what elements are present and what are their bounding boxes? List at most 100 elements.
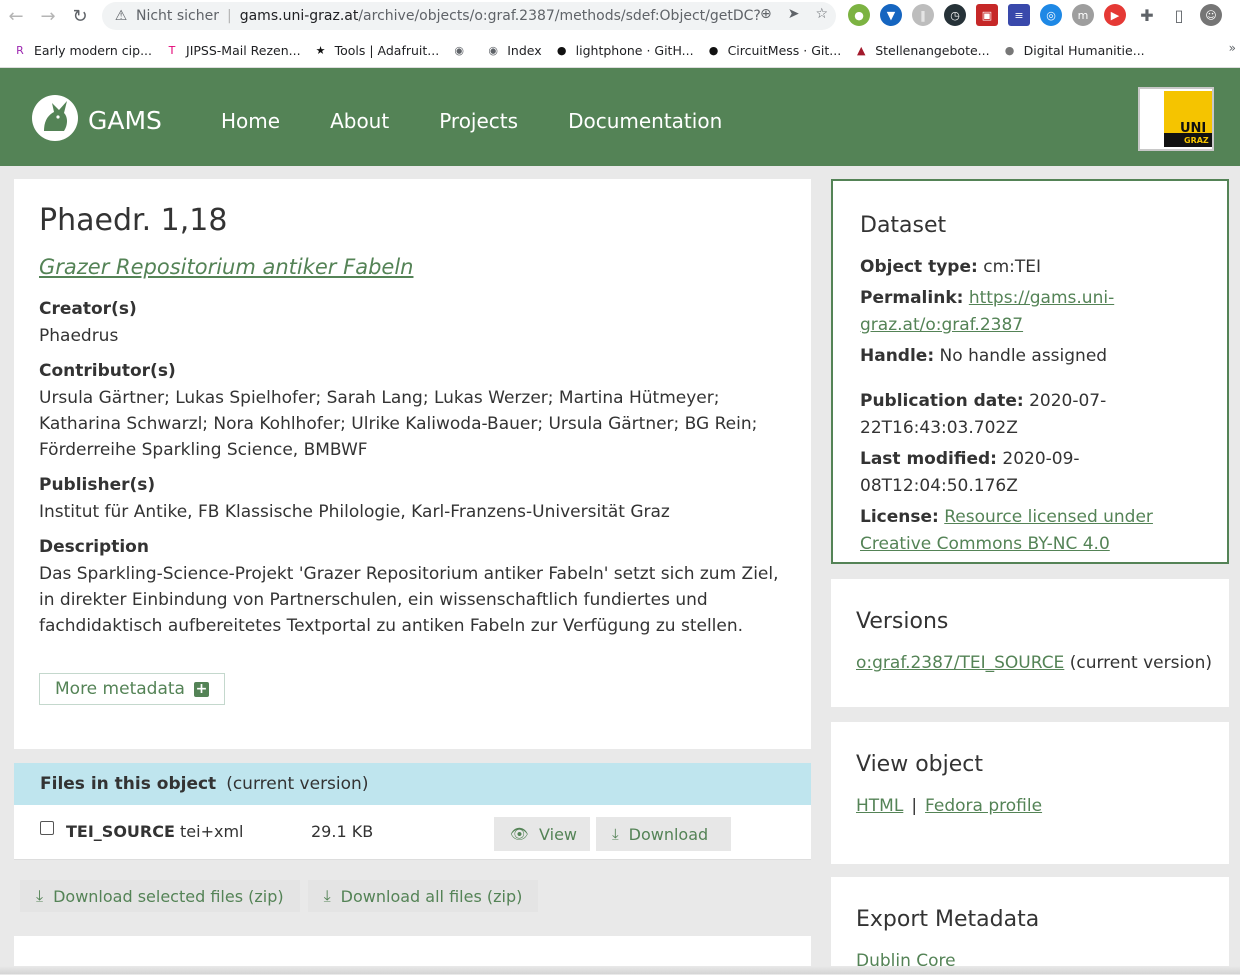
bookmark-item[interactable]: ▲ Stellenangebote... [853, 42, 990, 58]
files-heading-note: (current version) [226, 774, 369, 794]
object-type-value: cm:TEI [983, 257, 1041, 277]
page-title: Phaedr. 1,18 [39, 203, 228, 238]
view-object-panel: View object HTML | Fedora profile [831, 722, 1229, 864]
export-title: Export Metadata [856, 907, 1040, 932]
extension-icon[interactable]: ≡ [1008, 4, 1030, 26]
extension-icon[interactable]: ▣ [976, 4, 998, 26]
permalink-row: Permalink: https://gams.uni-graz.at/o:gr… [860, 285, 1200, 339]
sidebar-icon[interactable]: ▯ [1168, 4, 1190, 26]
address-bar[interactable]: ⚠ Nicht sicher | gams.uni-graz.at/archiv… [102, 2, 836, 30]
extension-icon[interactable]: ▼ [880, 4, 902, 26]
page-bottom-edge [0, 966, 1240, 974]
plus-icon: + [193, 681, 209, 697]
description-block: Description Das Sparkling-Science-Projek… [39, 537, 786, 639]
bookmark-item[interactable]: ◉ Index [485, 42, 541, 58]
nav-documentation[interactable]: Documentation [568, 109, 722, 133]
view-links: HTML | Fedora profile [856, 793, 1229, 820]
extension-icon[interactable]: ▶ [1104, 4, 1126, 26]
publisher-label: Publisher(s) [39, 475, 156, 495]
dataset-panel: Dataset Object type: cm:TEI Permalink: h… [831, 179, 1229, 564]
more-metadata-label: More metadata [55, 679, 185, 699]
nav-projects[interactable]: Projects [439, 109, 518, 133]
bookmark-icon: R [16, 43, 24, 57]
nav-home[interactable]: Home [221, 109, 280, 133]
extension-icon[interactable]: m [1072, 4, 1094, 26]
files-panel: Files in this object (current version) T… [14, 763, 811, 860]
send-icon[interactable]: ➤ [788, 6, 800, 22]
fedora-profile-link[interactable]: Fedora profile [925, 796, 1042, 816]
contributor-block: Contributor(s) Ursula Gärtner; Lukas Spi… [39, 361, 786, 463]
bookmark-item[interactable]: T JIPSS-Mail Rezen... [164, 42, 301, 58]
download-selected-button[interactable]: ⤓ Download selected files (zip) [20, 880, 300, 912]
collection-link[interactable]: Grazer Repositorium antiker Fabeln [39, 255, 786, 279]
eye-icon: 👁 [510, 825, 530, 843]
gams-logo-icon[interactable] [32, 95, 78, 141]
more-metadata-button[interactable]: More metadata + [39, 673, 225, 705]
bookmark-item[interactable]: ★ Tools | Adafruit... [313, 42, 440, 58]
uni-graz-logo[interactable]: UNI GRAZ [1138, 87, 1214, 151]
bookmark-label: Index [507, 42, 542, 58]
bookmark-icon: ● [1004, 43, 1015, 57]
bookmark-icon: ● [556, 43, 567, 57]
brand-name[interactable]: GAMS [88, 106, 162, 135]
bookmark-item[interactable]: R Early modern cip... [12, 42, 152, 58]
bookmarks-bar: R Early modern cip... T JIPSS-Mail Rezen...… [0, 33, 1240, 68]
zip-download-row: ⤓ Download selected files (zip) ⤓ Downlo… [20, 880, 539, 912]
extension-icon[interactable]: ◎ [1040, 4, 1062, 26]
creator-block: Creator(s) Phaedrus [39, 299, 786, 349]
bookmark-item[interactable]: ● Digital Humanitie... [1002, 42, 1145, 58]
bookmark-label: Stellenangebote... [875, 42, 990, 58]
html-link[interactable]: HTML [856, 796, 903, 816]
extension-icon[interactable]: ‖ [912, 4, 934, 26]
download-icon: ⤓ [612, 825, 619, 843]
puzzle-icon[interactable]: ✚ [1136, 4, 1158, 26]
description-label: Description [39, 537, 149, 557]
version-link[interactable]: o:graf.2387/TEI_SOURCE [856, 653, 1064, 673]
last-modified-label: Last modified: [860, 449, 997, 469]
contributor-label: Contributor(s) [39, 361, 176, 381]
bookmark-item[interactable]: ● CircuitMess · Git... [706, 42, 841, 58]
nav-about[interactable]: About [330, 109, 389, 133]
extension-icon[interactable]: ● [848, 4, 870, 26]
bookmark-icon: ★ [315, 43, 326, 57]
download-button[interactable]: ⤓ Download [596, 817, 731, 851]
star-icon[interactable]: ☆ [815, 6, 828, 22]
files-header: Files in this object (current version) [14, 763, 811, 805]
view-object-title: View object [856, 752, 983, 777]
license-row: License: Resource licensed under Creativ… [860, 504, 1200, 558]
forward-icon[interactable]: → [32, 1, 64, 33]
table-row: TEI_SOURCE tei+xml 29.1 KB 👁 View ⤓ Down… [14, 805, 811, 860]
download-all-button[interactable]: ⤓ Download all files (zip) [307, 880, 539, 912]
bookmarks-overflow-icon[interactable]: » [1229, 41, 1236, 55]
permalink-label: Permalink: [860, 288, 964, 308]
insecure-label: Nicht sicher [136, 8, 219, 24]
handle-label: Handle: [860, 346, 935, 366]
file-size: 29.1 KB [311, 822, 374, 841]
bookmark-icon: ◉ [454, 43, 465, 57]
extension-icon[interactable]: ◷ [944, 4, 966, 26]
download-selected-label: Download selected files (zip) [53, 886, 284, 906]
download-all-label: Download all files (zip) [340, 886, 523, 906]
view-label: View [539, 824, 578, 844]
back-icon[interactable]: ← [0, 1, 32, 33]
version-row: o:graf.2387/TEI_SOURCE (current version) [856, 650, 1229, 677]
file-checkbox[interactable] [40, 821, 54, 835]
bookmark-item[interactable]: ◉ [451, 42, 473, 58]
logo-subtext: GRAZ [1184, 136, 1209, 145]
reload-icon[interactable]: ↻ [64, 1, 96, 33]
contributor-value: Ursula Gärtner; Lukas Spielhofer; Sarah … [39, 388, 758, 460]
warning-icon[interactable]: ⚠ [112, 8, 130, 24]
bookmark-icon: ▲ [856, 43, 866, 57]
main-nav: Home About Projects Documentation [221, 109, 722, 133]
pub-date-row: Publication date: 2020-07-22T16:43:03.70… [860, 388, 1200, 442]
bookmark-item[interactable]: ● lightphone · GitH... [554, 42, 694, 58]
creator-label: Creator(s) [39, 299, 137, 319]
extension-bar: ● ▼ ‖ ◷ ▣ ≡ ◎ m ▶ ✚ ▯ ☺ [848, 4, 1222, 26]
bookmark-label: JIPSS-Mail Rezen... [186, 42, 301, 58]
view-button[interactable]: 👁 View [494, 817, 590, 851]
zoom-icon[interactable]: ⊕ [760, 6, 772, 22]
versions-title: Versions [856, 609, 949, 634]
avatar[interactable]: ☺ [1200, 4, 1222, 26]
download-label: Download [628, 824, 709, 844]
bookmark-label: lightphone · GitH... [575, 42, 694, 58]
